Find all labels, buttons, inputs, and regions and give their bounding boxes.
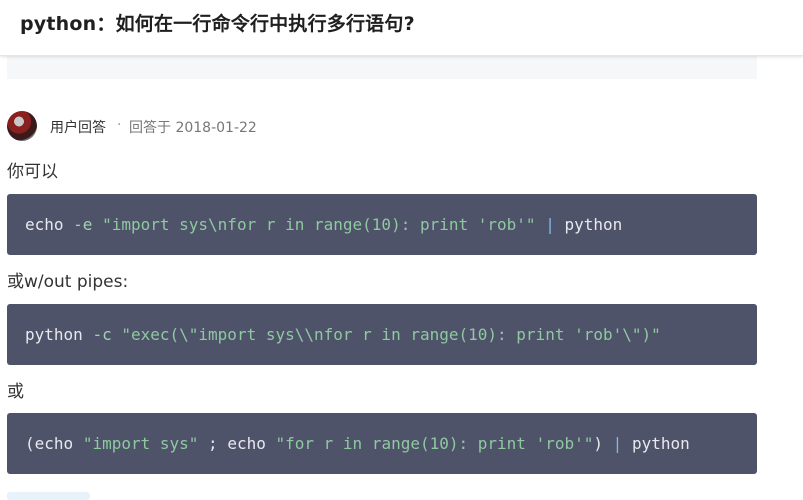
code-tail: python xyxy=(631,434,690,453)
answer-meta: 用户回答 · 回答于 2018-01-22 xyxy=(7,111,607,141)
avatar[interactable] xyxy=(7,111,37,141)
answer-username[interactable]: 用户回答 xyxy=(50,117,106,137)
page-title: python：如何在一行命令行中执行多行语句? xyxy=(20,13,415,35)
code-string: "import sys\nfor r in range(10): print '… xyxy=(102,215,536,234)
code-tail: python xyxy=(564,215,623,234)
code-cmd: echo xyxy=(25,215,64,234)
code-pipe: | xyxy=(545,215,555,234)
previous-content-block xyxy=(7,55,757,79)
answer-text-3: 或 xyxy=(7,382,24,402)
answer-text-1: 你可以 xyxy=(7,162,58,182)
code-flag: -e xyxy=(73,215,93,234)
code-block-2: python -c "exec(\"import sys\\nfor r in … xyxy=(7,304,757,365)
code-string-2: "for r in range(10): print 'rob'" xyxy=(275,434,594,453)
code-mid: ; echo xyxy=(208,434,266,453)
answer-text-2: 或w/out pipes: xyxy=(7,272,129,292)
page-header: python：如何在一行命令行中执行多行语句? xyxy=(0,0,803,56)
code-open: (echo xyxy=(25,434,74,453)
code-close: ) xyxy=(593,434,604,453)
code-block-3: (echo "import sys" ; echo "for r in rang… xyxy=(7,413,757,474)
meta-separator: · xyxy=(117,117,122,133)
tag-chip[interactable] xyxy=(7,492,90,500)
code-string: "exec(\"import sys\\nfor r in range(10):… xyxy=(121,325,661,344)
code-pipe: | xyxy=(612,434,623,453)
code-block-1: echo -e "import sys\nfor r in range(10):… xyxy=(7,194,757,255)
answer-date: 回答于 2018-01-22 xyxy=(129,120,257,136)
code-cmd: python xyxy=(25,325,83,344)
code-string-1: "import sys" xyxy=(82,434,199,453)
code-flag: -c xyxy=(92,325,112,344)
